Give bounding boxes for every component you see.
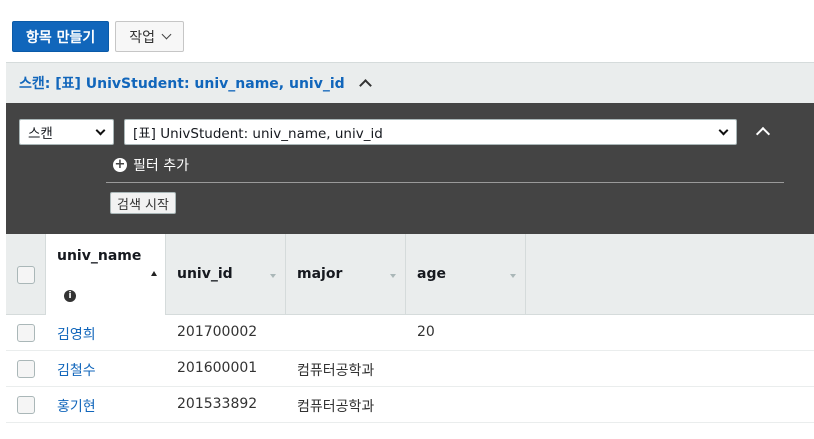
univ-name-link[interactable]: 김영희 <box>57 324 96 344</box>
select-all-checkbox[interactable] <box>17 266 35 284</box>
major-cell: 컴퓨터공학과 <box>297 399 375 415</box>
major-cell: 컴퓨터공학과 <box>297 363 375 379</box>
column-label: univ_name <box>57 248 142 264</box>
plus-circle-icon: + <box>113 157 127 172</box>
table-row[interactable]: 김영희 201700002 20 <box>6 315 814 351</box>
column-label: univ_id <box>177 266 233 282</box>
actions-label: 작업 <box>129 29 156 46</box>
sort-icon[interactable] <box>270 274 276 278</box>
results-table: univ_name i univ_id major age 김영희 201700… <box>6 234 814 423</box>
chevron-down-icon <box>718 125 729 136</box>
column-header-univ-name[interactable]: univ_name i <box>46 234 166 315</box>
sort-ascending-icon[interactable] <box>151 271 157 276</box>
create-item-button[interactable]: 항목 만들기 <box>12 21 110 52</box>
actions-dropdown-button[interactable]: 작업 <box>115 21 185 52</box>
table-header: univ_name i univ_id major age <box>6 234 814 315</box>
create-item-label: 항목 만들기 <box>26 29 96 46</box>
chevron-up-icon[interactable] <box>755 126 771 142</box>
add-filter-button[interactable]: + 필터 추가 <box>113 155 189 175</box>
info-icon[interactable]: i <box>64 290 76 302</box>
column-header-major[interactable]: major <box>286 234 406 315</box>
operation-select[interactable]: 스캔 <box>19 119 114 145</box>
collapse-icon[interactable] <box>358 79 372 92</box>
chevron-down-icon <box>161 29 172 40</box>
row-checkbox[interactable] <box>17 396 35 414</box>
column-label: age <box>417 266 446 282</box>
univ-name-link[interactable]: 홍기현 <box>57 396 96 416</box>
start-search-button[interactable]: 검색 시작 <box>110 192 176 214</box>
column-header-univ-id[interactable]: univ_id <box>166 234 286 315</box>
select-all-cell <box>6 234 46 315</box>
table-row[interactable]: 김철수 201600001 컴퓨터공학과 <box>6 351 814 387</box>
univ-id-cell: 201533892 <box>177 396 258 412</box>
row-checkbox[interactable] <box>17 324 35 342</box>
operation-value: 스캔 <box>28 126 53 142</box>
start-search-label: 검색 시작 <box>117 197 169 213</box>
scan-header[interactable]: 스캔: [표] UnivStudent: univ_name, univ_id <box>6 62 814 103</box>
age-cell: 20 <box>417 324 435 340</box>
sort-icon[interactable] <box>390 274 396 278</box>
add-filter-label: 필터 추가 <box>133 158 189 174</box>
scan-title: 스캔: [표] UnivStudent: univ_name, univ_id <box>19 76 345 92</box>
univ-id-cell: 201700002 <box>177 324 258 340</box>
target-select[interactable]: [표] UnivStudent: univ_name, univ_id <box>124 119 737 145</box>
column-header-age[interactable]: age <box>406 234 526 315</box>
toolbar: 항목 만들기 작업 <box>12 21 185 52</box>
row-checkbox[interactable] <box>17 360 35 378</box>
univ-name-link[interactable]: 김철수 <box>57 360 96 380</box>
divider <box>106 182 784 183</box>
table-row[interactable]: 홍기현 201533892 컴퓨터공학과 <box>6 387 814 423</box>
univ-id-cell: 201600001 <box>177 360 258 376</box>
column-label: major <box>297 266 343 282</box>
sort-icon[interactable] <box>510 274 516 278</box>
target-value: [표] UnivStudent: univ_name, univ_id <box>133 126 383 142</box>
chevron-down-icon <box>95 125 106 136</box>
query-panel: 스캔 [표] UnivStudent: univ_name, univ_id +… <box>6 103 814 234</box>
